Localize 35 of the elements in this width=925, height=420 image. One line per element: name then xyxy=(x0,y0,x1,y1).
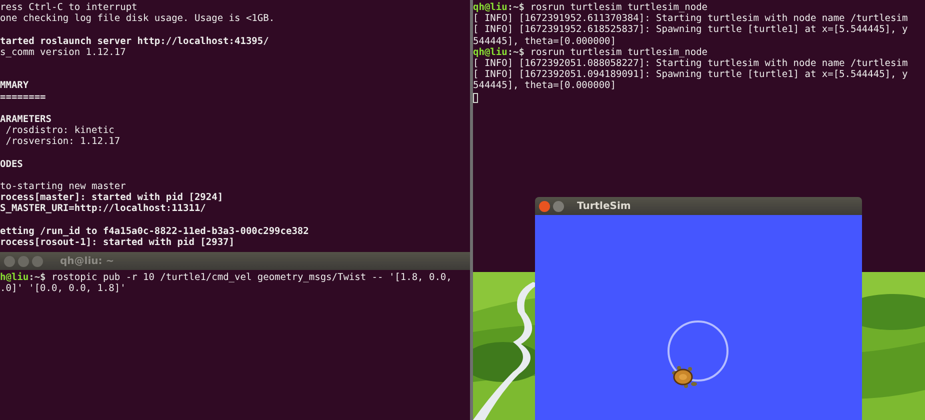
cursor-icon xyxy=(473,92,478,102)
terminal-line: ress Ctrl-C to interrupt xyxy=(0,2,138,14)
terminal-line: /rosversion: 1.12.17 xyxy=(4,136,120,148)
terminal-line: h@liu:~$ rostopic pub -r 10 /turtle1/cmd_vel geometry_msgs/Twist -- '[1.8, 0.0, xyxy=(0,272,452,284)
terminal-line: etting /run_id to f4a15a0c-8822-11ed-b3a3-000c299ce382 xyxy=(0,226,309,237)
terminal-line: 544445], theta=[0.000000] xyxy=(473,80,616,92)
terminal-line: [ INFO] [1672392051.094189091]: Spawning turtle [turtle1] at x=[5.544445], y xyxy=(473,69,908,80)
terminal-line: s_comm version 1.12.17 xyxy=(0,46,126,58)
terminal-line: S_MASTER_URI=http://localhost:11311/ xyxy=(0,203,206,215)
terminal-line: [ INFO] [1672392051.088058227]: Starting turtlesim with node name /turtlesim xyxy=(473,58,908,70)
minimize-icon[interactable] xyxy=(553,200,564,212)
terminal-line: MMARY xyxy=(0,80,29,92)
terminal-line: one checking log file disk usage. Usage is <1GB. xyxy=(0,13,275,24)
minimize-icon[interactable] xyxy=(18,256,29,266)
terminal-line: qh@liu:~$ rosrun turtlesim turtlesim_node xyxy=(473,46,708,58)
terminal-line: [ INFO] [1672391952.611370384]: Starting turtlesim with node name /turtlesim xyxy=(473,13,908,24)
terminal-line: [ INFO] [1672391952.618525837]: Spawning turtle [turtle1] at x=[5.544445], y xyxy=(473,24,908,36)
terminal-line: tarted roslaunch server http://localhost:41395/ xyxy=(0,36,269,47)
close-icon[interactable] xyxy=(539,200,550,212)
close-icon[interactable] xyxy=(4,256,15,266)
terminal-line: ODES xyxy=(0,158,23,170)
terminal-line: to-starting new master xyxy=(0,181,126,192)
terminal-line: /rosdistro: kinetic xyxy=(4,125,114,136)
terminal-line: 544445], theta=[0.000000] xyxy=(473,36,616,47)
turtle-icon xyxy=(670,365,698,389)
terminal-line: qh@liu:~$ rosrun turtlesim turtlesim_node xyxy=(473,2,708,14)
terminal-line: rocess[master]: started with pid [2924] xyxy=(0,192,224,204)
terminal-line: ARAMETERS xyxy=(0,114,52,126)
maximize-icon[interactable] xyxy=(32,256,43,266)
terminal-line: .0]' '[0.0, 0.0, 1.8]' xyxy=(0,283,126,294)
window-title: qh@liu: ~ xyxy=(60,256,114,266)
trail-circle xyxy=(668,320,728,382)
terminal-line: rocess[rosout-1]: started with pid [2937] xyxy=(0,236,234,248)
window-title: TurtleSim xyxy=(577,200,631,212)
terminal-line: ======== xyxy=(0,92,46,103)
